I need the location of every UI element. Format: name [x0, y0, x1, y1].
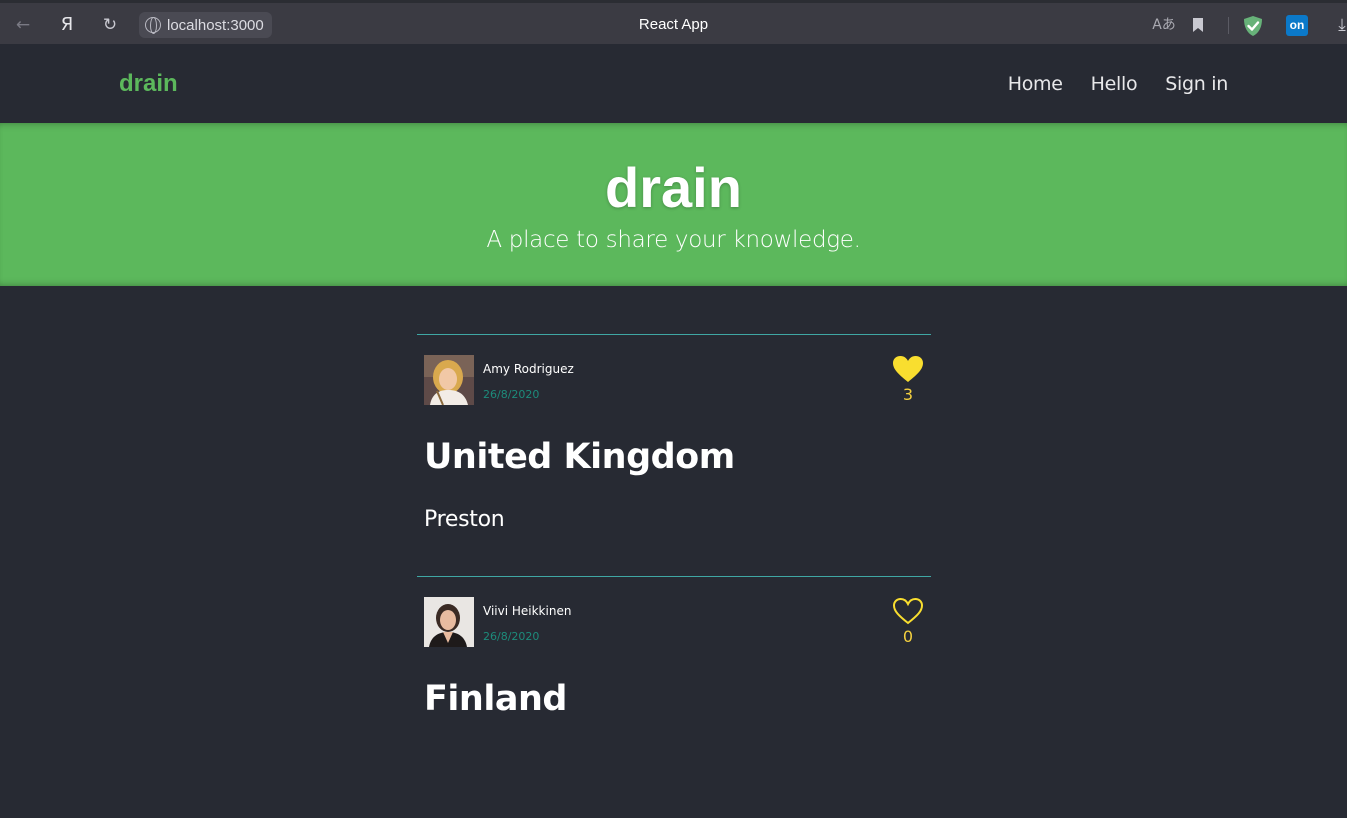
- nav-hello[interactable]: Hello: [1091, 73, 1138, 95]
- article-meta: Viivi Heikkinen 26/8/2020: [424, 597, 571, 647]
- article-feed: Amy Rodriguez 26/8/2020 3 United Kingdom…: [417, 334, 931, 818]
- download-icon[interactable]: ⤓: [1330, 13, 1347, 37]
- bookmark-icon[interactable]: [1186, 13, 1210, 37]
- article-body: Preston: [424, 507, 505, 532]
- like-button[interactable]: 3: [892, 355, 924, 404]
- article-meta: Amy Rodriguez 26/8/2020: [424, 355, 574, 405]
- article-preview: Amy Rodriguez 26/8/2020 3 United Kingdom…: [417, 334, 931, 576]
- author-name[interactable]: Viivi Heikkinen: [483, 604, 571, 618]
- article-title[interactable]: United Kingdom: [424, 437, 735, 477]
- brand-logo[interactable]: drain: [119, 70, 178, 98]
- toolbar-divider: [1228, 17, 1229, 34]
- nav-sign-in[interactable]: Sign in: [1165, 73, 1228, 95]
- nav-home[interactable]: Home: [1008, 73, 1063, 95]
- banner-subtitle: A place to share your knowledge.: [486, 227, 861, 253]
- heart-outline-icon: [892, 597, 924, 625]
- author-info: Viivi Heikkinen 26/8/2020: [483, 604, 571, 643]
- heart-filled-icon: [893, 356, 923, 382]
- author-name[interactable]: Amy Rodriguez: [483, 362, 574, 376]
- avatar[interactable]: [424, 355, 474, 405]
- article-date: 26/8/2020: [483, 629, 540, 643]
- like-count: 0: [902, 627, 914, 646]
- like-button[interactable]: 0: [892, 597, 924, 646]
- translate-icon[interactable]: Aあ: [1152, 13, 1176, 37]
- browser-tab-title: React App: [638, 16, 709, 33]
- banner-title: drain: [605, 156, 742, 219]
- tab-strip: [0, 0, 1347, 3]
- like-count: 3: [902, 385, 914, 404]
- author-info: Amy Rodriguez 26/8/2020: [483, 362, 574, 401]
- article-date: 26/8/2020: [483, 387, 540, 401]
- browser-toolbar: ← Я ↻ localhost:3000 React App Aあ on ⤓: [0, 0, 1347, 44]
- hero-banner: drain A place to share your knowledge.: [0, 123, 1347, 286]
- adguard-shield-icon[interactable]: [1242, 15, 1264, 37]
- article-title[interactable]: Finland: [424, 679, 567, 719]
- app-navbar: drain Home Hello Sign in: [0, 44, 1347, 123]
- article-preview: Viivi Heikkinen 26/8/2020 0 Finland: [417, 576, 931, 818]
- extension-on-icon[interactable]: on: [1286, 15, 1308, 36]
- nav-links: Home Hello Sign in: [1008, 73, 1229, 95]
- avatar[interactable]: [424, 597, 474, 647]
